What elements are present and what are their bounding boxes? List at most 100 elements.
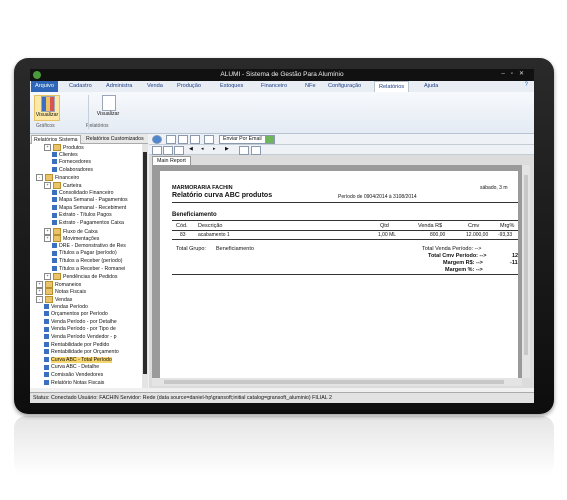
expand-icon[interactable]: + — [44, 182, 51, 189]
tree-item-label: Mapa Semanal - Recebiment — [59, 204, 127, 211]
preview-hscroll[interactable] — [152, 378, 522, 386]
tab-relatorios-sistema[interactable]: Relatórios Sistema — [31, 135, 81, 144]
graficos-visualizar-button[interactable]: Visualizar — [34, 95, 60, 121]
tree-item[interactable]: Colaboradores — [52, 167, 93, 174]
collapse-icon[interactable]: - — [36, 174, 43, 182]
tree-item[interactable]: Orçamentos por Período — [44, 311, 108, 318]
send-email-button[interactable]: Enviar Por Email — [219, 135, 266, 144]
tree-item[interactable]: Extrato - Pagamentos Caixa — [52, 220, 124, 227]
tree-item[interactable]: Relatório Notas Fiscais — [44, 380, 104, 387]
tree-item[interactable]: + Fluxo de Caixa — [44, 227, 98, 235]
preview-vscroll-thumb[interactable] — [524, 175, 528, 355]
tree-item[interactable]: Mapa Semanal - Recebiment — [52, 205, 126, 212]
tree-scrollbar[interactable] — [142, 144, 148, 388]
page-setup-icon[interactable] — [152, 146, 162, 155]
next-page-icon[interactable]: ▸ — [213, 146, 221, 153]
preview-vscroll[interactable] — [522, 165, 530, 378]
ribbon-separator — [88, 95, 89, 129]
menu-financeiro[interactable]: Financeiro — [261, 83, 287, 89]
title-bar: ALUMI - Sistema de Gestão Para Alumínio … — [30, 69, 534, 81]
zoom-icon[interactable] — [251, 146, 261, 155]
expand-icon[interactable]: + — [44, 273, 51, 281]
print-icon[interactable] — [178, 135, 188, 144]
menu-cadastro[interactable]: Cadastro — [69, 83, 92, 89]
menu-venda[interactable]: Venda — [147, 83, 163, 89]
tree-item[interactable]: Títulos a Receber (período) — [52, 258, 122, 265]
tree-item[interactable]: Clientes — [52, 152, 78, 159]
help-icon[interactable]: ? — [525, 82, 528, 88]
tab-relatorios-customizados[interactable]: Relatórios Customizados — [84, 135, 146, 143]
last-page-icon[interactable]: ▶ — [225, 146, 233, 153]
menu-arquivo[interactable]: Arquivo — [31, 81, 58, 92]
relatorios-visualizar-button[interactable]: Visualizar — [96, 95, 120, 119]
pdf-icon[interactable] — [166, 135, 176, 144]
menu-ajuda[interactable]: Ajuda — [424, 83, 438, 89]
graficos-visualizar-label: Visualizar — [35, 112, 59, 118]
tree-item[interactable]: DRE - Demonstrativo de Res — [52, 243, 126, 250]
tree-item[interactable]: - Vendas — [36, 296, 72, 303]
report-icon — [44, 372, 49, 378]
first-page-icon[interactable]: ◀ — [189, 146, 197, 153]
tree-item[interactable]: Comissão Vendedores — [44, 372, 103, 379]
expand-icon[interactable]: + — [36, 280, 43, 288]
report-icon — [44, 303, 49, 309]
tree-item[interactable]: Mapa Semanal - Pagamentos — [52, 197, 128, 204]
expand-icon[interactable]: + — [44, 227, 51, 235]
report-icon — [52, 250, 57, 256]
undo-icon[interactable] — [163, 146, 173, 155]
tree-item-label: Romaneios — [55, 281, 82, 288]
tree-scrollbar-thumb[interactable] — [143, 152, 147, 374]
exit-icon[interactable] — [265, 135, 275, 144]
export-icon[interactable] — [190, 135, 200, 144]
tree-item[interactable]: Curva ABC - Detalhe — [44, 364, 99, 371]
tree-item[interactable]: Venda Período - por Detalhe — [44, 319, 117, 326]
redo-icon[interactable] — [174, 146, 184, 155]
tree-item[interactable]: Rentabilidade por Orçamento — [44, 349, 119, 356]
tree-item[interactable]: Fornecedores — [52, 159, 91, 166]
find-icon[interactable] — [239, 146, 249, 155]
expand-icon[interactable]: + — [44, 144, 51, 151]
collapse-icon[interactable]: - — [36, 296, 43, 303]
tree-item[interactable]: + Pendências de Pedidos — [44, 273, 118, 281]
tree-item[interactable]: Rentabilidade por Pedido — [44, 342, 109, 349]
expand-icon[interactable]: + — [44, 235, 51, 243]
tree-item[interactable]: Extrato - Títulos Pagos — [52, 212, 112, 219]
refresh-icon[interactable] — [152, 135, 162, 144]
menu-estoques[interactable]: Estoques — [220, 83, 243, 89]
tree-item[interactable]: + Romaneios — [36, 280, 82, 288]
tree-item[interactable]: Venda Período - por Tipo de — [44, 326, 116, 333]
menu-administra[interactable]: Administra — [106, 83, 132, 89]
menu-producao[interactable]: Produção — [177, 83, 201, 89]
col-cmv: Cmv — [468, 223, 480, 229]
tree-item-label: Títulos a Receber - Romanei — [59, 265, 126, 272]
total-cmv-label: Total Cmv Período: --> — [428, 253, 487, 259]
email-icon[interactable] — [204, 135, 214, 144]
tree-item[interactable]: Vendas Período — [44, 304, 88, 311]
tree-item[interactable]: Venda Período Vendedor - p — [44, 334, 116, 341]
tree-item[interactable]: Curva ABC - Total Período — [44, 356, 112, 364]
prev-page-icon[interactable]: ◂ — [201, 146, 209, 153]
expand-icon[interactable]: + — [36, 288, 43, 296]
report-group: Beneficiamento — [172, 212, 217, 218]
row-cod: 83 — [180, 232, 186, 238]
tree-item[interactable]: + Notas Fiscais — [36, 288, 86, 296]
col-mrg: Mrg% — [500, 223, 515, 229]
tree-item-label: Movimentações — [63, 236, 100, 243]
menu-configuracao[interactable]: Configuração — [328, 83, 361, 89]
tree-item[interactable]: Títulos a Receber - Romanei — [52, 266, 125, 273]
report-icon — [44, 356, 49, 362]
tree-item[interactable]: - Financeiro — [36, 174, 79, 182]
tree-item[interactable]: + Produtos — [44, 144, 84, 151]
header-top-line — [172, 220, 518, 221]
preview-hscroll-thumb[interactable] — [164, 380, 504, 384]
tree-item[interactable]: + Movimentações — [44, 235, 100, 243]
menu-relatorios[interactable]: Relatórios — [374, 81, 410, 92]
tree-item[interactable]: + Carteira — [44, 182, 81, 189]
tree-item[interactable]: Títulos a Pagar (período) — [52, 250, 117, 257]
tree-item[interactable]: Consolidado Financeiro — [52, 190, 114, 197]
menu-nfe[interactable]: NFe — [305, 83, 316, 89]
report-icon — [44, 364, 49, 370]
window-controls[interactable]: –▫✕ — [502, 70, 531, 77]
folder-icon — [53, 235, 61, 243]
left-tabs: Relatórios Sistema Relatórios Customizad… — [30, 134, 148, 144]
